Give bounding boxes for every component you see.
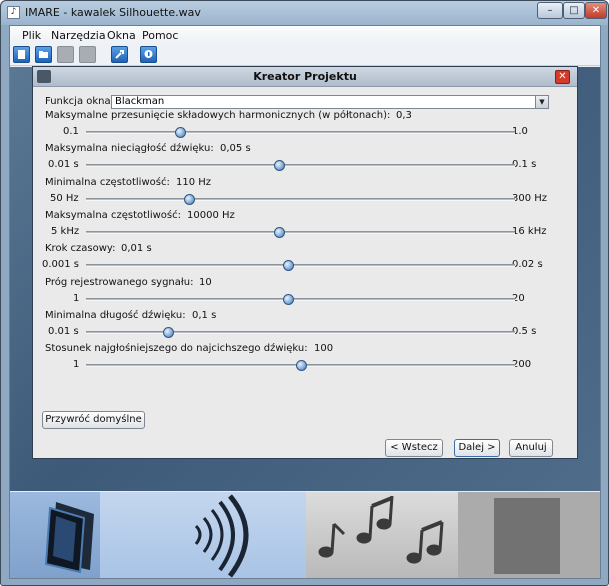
app-window: ♪ IMARE - kawalek Silhouette.wav – □ ✕ P…: [0, 0, 609, 586]
menu-pomoc[interactable]: Pomoc: [142, 29, 178, 42]
slider-max-label: 0.1 s: [512, 159, 537, 171]
dialog-title: Kreator Projektu: [253, 70, 357, 83]
slider-track[interactable]: [86, 197, 515, 201]
slider-value: 10000 Hz: [187, 209, 235, 221]
close-button[interactable]: ✕: [585, 2, 607, 19]
slider-max-label: 0.02 s: [512, 259, 543, 271]
minimize-button[interactable]: –: [537, 2, 563, 19]
slider-thumb[interactable]: [175, 127, 187, 138]
strip-panel-1: [10, 492, 100, 578]
slider-label: Maksymalna nieciągłość dźwięku:: [45, 143, 214, 155]
slider-min-label: 1: [73, 292, 80, 304]
slider-thumb[interactable]: [282, 293, 294, 305]
slider-min-label: 50 Hz: [50, 192, 79, 204]
slider-track[interactable]: [86, 330, 515, 334]
music-notes-icon: [318, 495, 444, 564]
slider-value: 0,3: [396, 110, 412, 121]
slider-label: Minimalna długość dźwięku:: [45, 309, 186, 321]
slider-min-label: 0.001 s: [42, 259, 80, 271]
slider-max-label: 0.5 s: [512, 325, 537, 337]
settings-wrench-icon[interactable]: [111, 46, 128, 63]
back-button[interactable]: < Wstecz: [385, 439, 443, 457]
window-function-label: Funkcja okna:: [45, 96, 114, 107]
strip-panel-3: [306, 492, 458, 578]
title-bar[interactable]: ♪ IMARE - kawalek Silhouette.wav – □ ✕: [1, 1, 608, 25]
image-strip: [10, 492, 600, 578]
help-icon[interactable]: [140, 46, 157, 63]
slider-label: Próg rejestrowanego sygnału:: [45, 276, 194, 288]
cancel-button[interactable]: Anuluj: [509, 439, 553, 457]
slider-thumb[interactable]: [162, 326, 174, 338]
slider-label: Stosunek najgłośniejszego do najcichszeg…: [45, 343, 308, 355]
maximize-button[interactable]: □: [563, 2, 585, 19]
slider-value: 0,1 s: [192, 309, 217, 321]
chevron-down-icon[interactable]: ▼: [535, 96, 548, 108]
project-wizard-dialog: Kreator Projektu ✕ Funkcja okna: Blackma…: [32, 66, 578, 459]
dialog-title-bar[interactable]: Kreator Projektu ✕: [33, 67, 577, 87]
window-function-select[interactable]: Blackman ▼: [111, 95, 549, 109]
slider-thumb[interactable]: [183, 193, 195, 205]
slider-track[interactable]: [86, 297, 515, 301]
slider-thumb[interactable]: [274, 226, 286, 238]
next-button[interactable]: Dalej >: [454, 439, 500, 457]
slider-value: 100: [314, 343, 334, 355]
dialog-close-button[interactable]: ✕: [555, 70, 570, 84]
slider-label: Maksymalna częstotliwość:: [45, 209, 181, 221]
slider-min-label: 0.01 s: [48, 159, 79, 171]
menu-plik[interactable]: Plik: [22, 29, 41, 42]
slider-thumb[interactable]: [274, 160, 286, 172]
slider-label: Maksymalne przesunięcie składowych harmo…: [45, 110, 391, 121]
slider-track[interactable]: [86, 131, 515, 134]
strip-panel-4: [458, 492, 600, 578]
slider-track[interactable]: [86, 230, 515, 234]
placeholder-square: [494, 498, 560, 574]
slider-min-label: 5 kHz: [51, 225, 80, 237]
window-function-value: Blackman: [115, 96, 165, 107]
reset-defaults-button[interactable]: Przywróć domyślne: [42, 411, 145, 429]
slider-value: 0,05 s: [220, 143, 251, 155]
toolbar: [10, 44, 600, 66]
save-icon: [57, 46, 74, 63]
device-icon: [44, 502, 94, 574]
save-as-icon: [79, 46, 96, 63]
slider-label: Minimalna częstotliwość:: [45, 176, 170, 188]
strip-panel-2: [100, 492, 306, 578]
menu-bar: Plik Narzędzia Okna Pomoc: [10, 26, 600, 44]
slider-track[interactable]: [86, 264, 515, 268]
slider-max-label: 16 kHz: [512, 225, 547, 237]
slider-thumb[interactable]: [282, 260, 294, 272]
window-title: IMARE - kawalek Silhouette.wav: [25, 6, 201, 19]
open-folder-icon[interactable]: [35, 46, 52, 63]
music-note-icon: ♪: [7, 6, 20, 19]
slider-value: 10: [199, 276, 212, 288]
new-document-icon[interactable]: [13, 46, 30, 63]
slider-value: 0,01 s: [121, 243, 152, 255]
slider-thumb[interactable]: [295, 360, 307, 372]
slider-max-label: 300 Hz: [512, 192, 548, 204]
slider-value: 110 Hz: [176, 176, 212, 188]
sound-waves-icon: [194, 494, 249, 578]
slider-track[interactable]: [86, 164, 515, 168]
slider-label: Krok czasowy:: [45, 243, 116, 255]
slider-min-label: 1: [73, 359, 80, 371]
menu-narzedzia[interactable]: Narzędzia: [51, 29, 106, 42]
slider-min-label: 0.01 s: [48, 325, 79, 337]
slider-min-label: 0.1: [63, 126, 79, 137]
menu-okna[interactable]: Okna: [107, 29, 136, 42]
